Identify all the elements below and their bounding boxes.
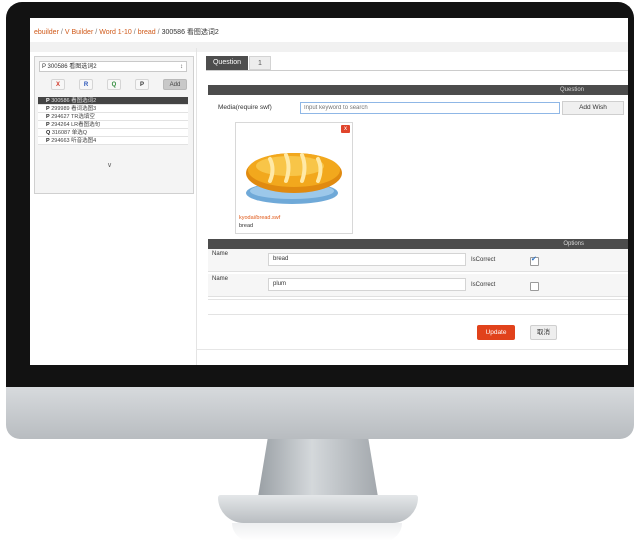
breadcrumb-link-vbuilder[interactable]: V Builder: [65, 29, 93, 36]
question-item-label: 316087 单选Q: [51, 130, 87, 136]
tool-button-q[interactable]: Q: [107, 79, 121, 90]
option-row: Name plum IsCorrect: [208, 274, 628, 297]
question-selector-value: P 300586 看图选词2: [42, 64, 97, 70]
divider: [208, 299, 628, 300]
option-name-field[interactable]: bread: [268, 253, 466, 266]
question-item-label: 300586 看图选词2: [51, 98, 97, 104]
breadcrumb-link-word[interactable]: Word 1-10: [99, 29, 132, 36]
breadcrumb: ebuilder / V Builder / Word 1-10/bread/30058…: [34, 27, 219, 37]
breadcrumb-separator: /: [60, 29, 63, 36]
question-list-item[interactable]: Q 316087 单选Q: [38, 129, 188, 137]
question-list-item[interactable]: P 294663 听音选图4: [38, 137, 188, 145]
question-list-item[interactable]: P 294627 TR选填空: [38, 113, 188, 121]
question-selector[interactable]: P 300586 看图选词2 ↕: [39, 61, 187, 72]
monitor-reflection: [232, 523, 402, 541]
breadcrumb-separator: /: [157, 29, 160, 36]
question-type-letter: P: [46, 98, 50, 104]
is-correct-label: IsCorrect: [471, 257, 496, 263]
question-type-letter: Q: [46, 130, 51, 136]
question-list-panel: P 300586 看图选词2 ↕ X R Q P Add P 300586 看图…: [34, 56, 194, 194]
question-item-label: 299989 看词选图3: [51, 106, 97, 112]
question-list-item[interactable]: P 294264 LR看图选句: [38, 121, 188, 129]
media-label: Media(require swf): [218, 104, 272, 111]
is-correct-checkbox[interactable]: [530, 282, 539, 291]
question-section-header: Question: [208, 85, 628, 95]
question-list-item[interactable]: P 299989 看词选图3: [38, 105, 188, 113]
cancel-button[interactable]: 取消: [530, 325, 557, 340]
monitor-chin: [6, 387, 634, 439]
question-type-letter: P: [46, 114, 50, 120]
monitor-stand-neck: [258, 439, 378, 497]
monitor-stand-base: [218, 495, 418, 523]
add-wish-button[interactable]: Add Wish: [562, 101, 624, 115]
media-search-input[interactable]: [300, 102, 560, 114]
tool-button-r[interactable]: R: [79, 79, 93, 90]
option-name-label: Name: [212, 251, 229, 257]
breadcrumb-link-ebuilder[interactable]: ebuilder: [34, 29, 59, 36]
breadcrumb-current: 300586 看图选词2: [161, 29, 219, 36]
screen: ebuilder / V Builder / Word 1-10/bread/30058…: [30, 18, 628, 365]
close-icon[interactable]: x: [341, 125, 350, 133]
chevron-down-icon[interactable]: ∨: [107, 161, 112, 169]
is-correct-checkbox[interactable]: [530, 255, 539, 266]
option-name-field[interactable]: plum: [268, 278, 466, 291]
top-bar: [30, 42, 628, 52]
breadcrumb-separator: /: [95, 29, 98, 36]
question-type-letter: P: [46, 106, 50, 112]
tab-question-number[interactable]: 1: [249, 56, 271, 70]
option-name-label: Name: [212, 276, 229, 282]
update-button[interactable]: Update: [477, 325, 515, 340]
tool-button-x[interactable]: X: [51, 79, 65, 90]
divider: [196, 349, 628, 350]
breadcrumb-link-bread[interactable]: bread: [138, 29, 156, 36]
option-row: Name bread IsCorrect: [208, 249, 628, 272]
breadcrumb-separator: /: [133, 29, 136, 36]
options-section-header: Options: [208, 239, 628, 249]
question-list-item[interactable]: P 300586 看图选词2: [38, 97, 188, 105]
question-list: P 300586 看图选词2 P 299989 看词选图3 P 294627 T…: [38, 97, 188, 145]
question-type-letter: P: [46, 122, 50, 128]
tool-button-p[interactable]: P: [135, 79, 149, 90]
bread-image: [246, 153, 342, 204]
question-item-label: 294264 LR看图选句: [51, 122, 101, 128]
is-correct-label: IsCorrect: [471, 282, 496, 288]
media-card: x kyodai/bread.swf bread: [235, 122, 353, 234]
panel-divider: [196, 48, 197, 365]
tab-question[interactable]: Question: [206, 56, 248, 70]
question-item-label: 294627 TR选填空: [51, 114, 95, 120]
selector-caret-icon: ↕: [180, 64, 183, 70]
add-question-button[interactable]: Add: [163, 79, 187, 90]
question-item-label: 294663 听音选图4: [51, 138, 97, 144]
tab-divider: [206, 70, 628, 71]
media-name: bread: [239, 223, 254, 229]
question-type-letter: P: [46, 138, 50, 144]
divider: [208, 314, 628, 315]
media-file-path[interactable]: kyodai/bread.swf: [239, 215, 280, 221]
